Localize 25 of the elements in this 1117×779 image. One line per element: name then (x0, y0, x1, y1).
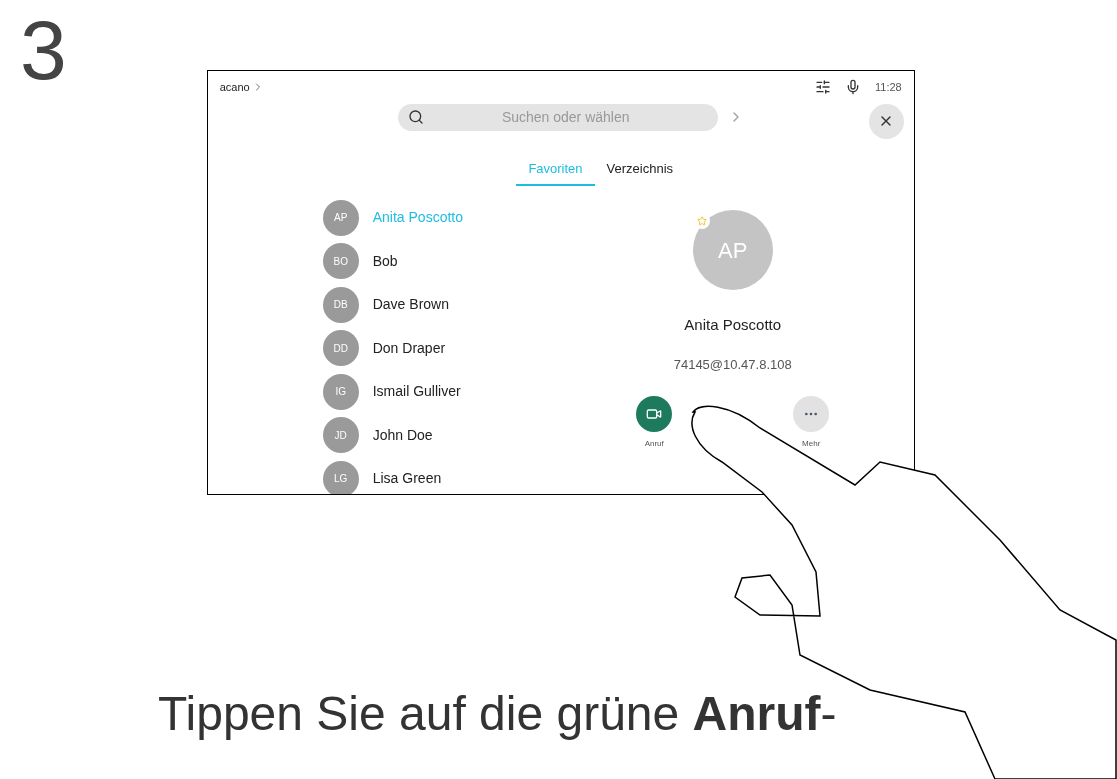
step-number: 3 (20, 8, 67, 99)
tab[interactable]: Verzeichnis (594, 158, 686, 186)
clock-time: 11:28 (875, 80, 902, 95)
instruction-text: Tippen Sie auf die grüne Anruf- (158, 686, 837, 742)
contact-name[interactable]: Bob (372, 250, 398, 272)
contact-name[interactable]: John Doe (372, 424, 433, 446)
contact-name[interactable]: Dave Brown (372, 294, 449, 316)
search-field[interactable]: Suchen oder wählen (397, 103, 718, 131)
avatar: JD (322, 417, 359, 454)
avatar: BO (322, 243, 359, 280)
action-label: Anruf (644, 438, 664, 450)
avatar: DB (322, 286, 359, 323)
contact-name[interactable]: Lisa Green (372, 468, 442, 490)
avatar: AP (692, 210, 773, 290)
avatar: IG (322, 373, 359, 410)
avatar: DD (322, 330, 359, 367)
breadcrumb[interactable]: acano (219, 79, 250, 96)
contact-name: Anita Poscotto (684, 315, 782, 335)
contact-address: 74145@10.47.8.108 (673, 355, 792, 374)
search-input[interactable]: Suchen oder wählen (423, 106, 708, 128)
contact-name[interactable]: Don Draper (372, 337, 446, 359)
action-label: Mehr (802, 438, 821, 450)
avatar: AP (322, 199, 359, 236)
avatar: LG (322, 460, 359, 494)
contact-name[interactable]: Ismail Gulliver (372, 381, 461, 403)
